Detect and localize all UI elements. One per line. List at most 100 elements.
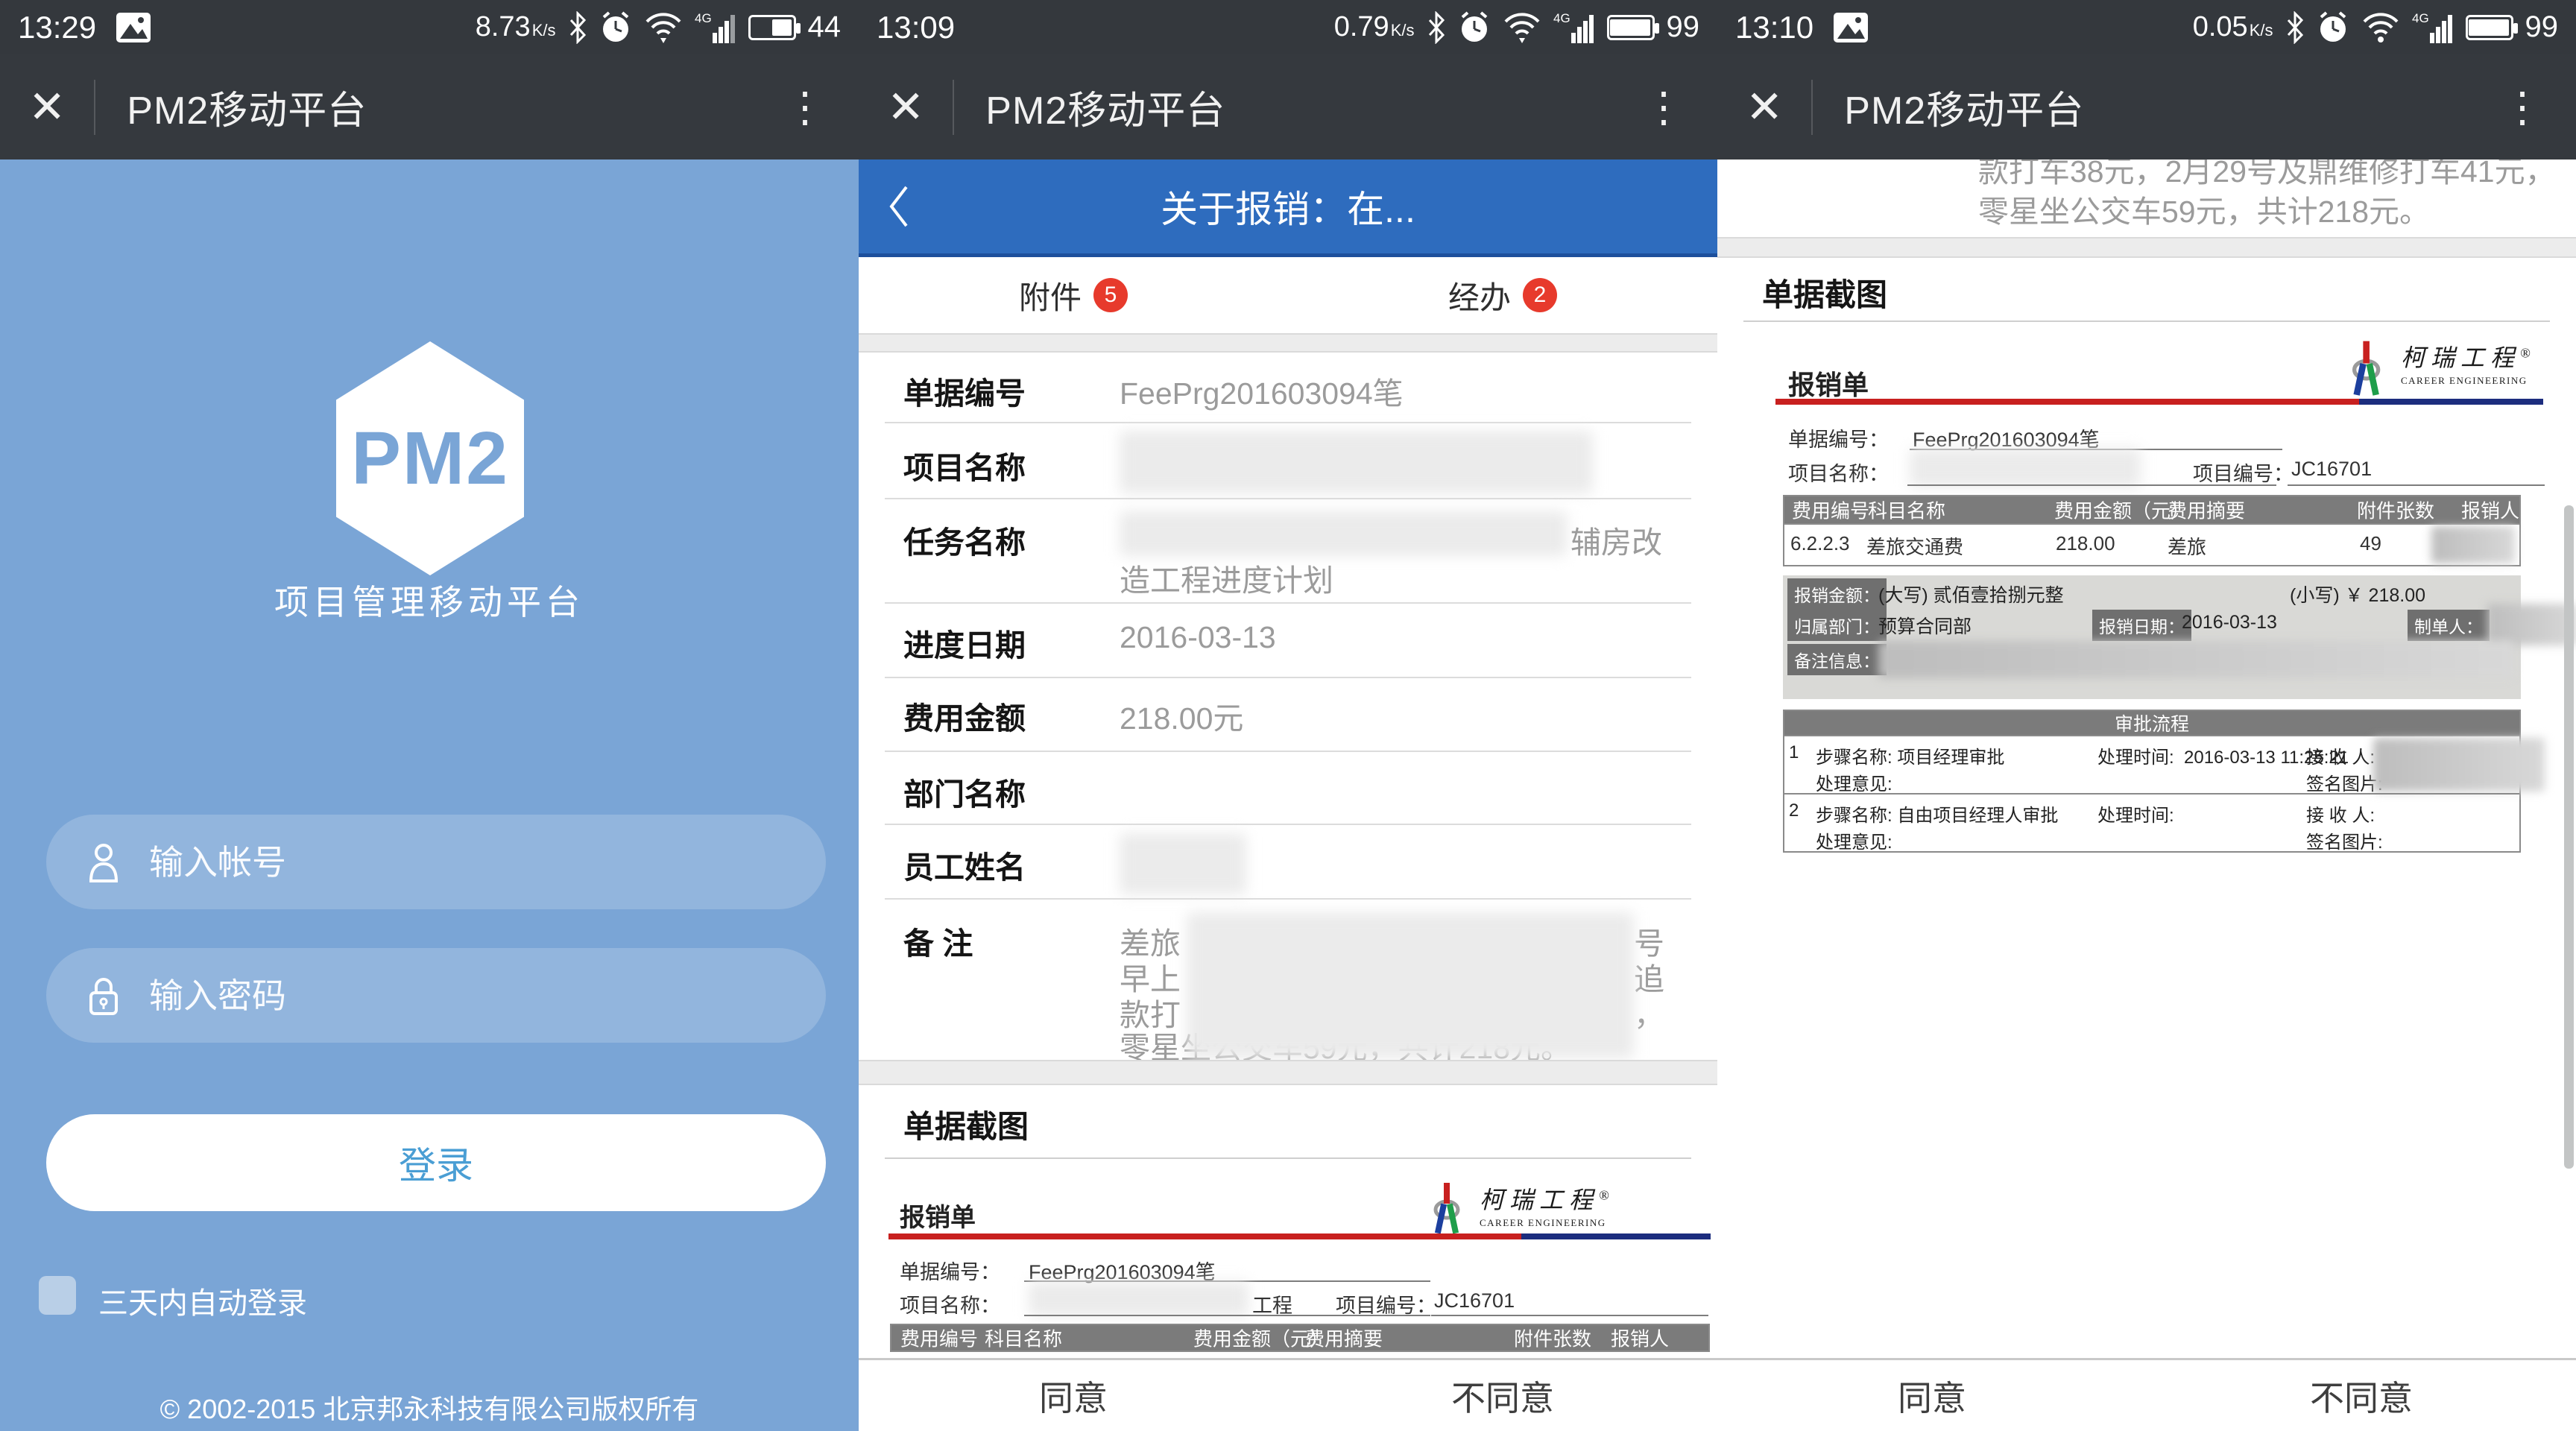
row-divider: [1743, 320, 2550, 322]
svg-text:4G: 4G: [2412, 11, 2429, 25]
menu-icon[interactable]: ⋮: [2469, 83, 2576, 132]
app-title: PM2移动平台: [985, 79, 1225, 135]
4g-signal-icon: 4G: [695, 10, 736, 45]
row-divider: [885, 751, 1691, 752]
scrollbar[interactable]: [2564, 505, 2574, 1169]
auto-login-checkbox[interactable]: [39, 1276, 76, 1315]
three-phone-screenshots: 13:29 8.73K/s 4G 44: [0, 0, 2576, 1431]
page-title: 关于报销：在...: [859, 180, 1717, 233]
app-title: PM2移动平台: [127, 79, 367, 135]
status-bar: 13:29 8.73K/s 4G 44: [0, 0, 859, 54]
action-bar: 同意 不同意: [859, 1358, 1717, 1431]
login-screen: 13:29 8.73K/s 4G 44: [0, 0, 859, 1431]
alarm-clock-icon: [599, 11, 632, 44]
page-header: 关于报销：在...: [859, 159, 1717, 257]
receipt-code: JC16701: [2291, 458, 2372, 481]
receipt-rule: [1775, 399, 2543, 405]
person-icon: [85, 841, 122, 883]
note-label-chip: 备注信息：: [1787, 644, 1887, 675]
battery-percent: 99: [1667, 10, 1700, 44]
field-label: 单据编号: [903, 368, 1026, 413]
field-value: 218.00元: [1120, 693, 1243, 738]
account-field[interactable]: [46, 815, 826, 909]
battery-icon: [1607, 15, 1655, 40]
alarm-clock-icon: [2317, 11, 2349, 44]
status-bar: 13:10 0.05K/s 4G 99: [1717, 0, 2576, 54]
dept-value: 预算合同部: [1878, 612, 1972, 639]
4g-signal-icon: 4G: [1553, 10, 1595, 45]
network-speed: 0.79K/s: [1334, 11, 1415, 43]
clock: 13:09: [877, 10, 955, 45]
wifi-icon: [2361, 11, 2400, 44]
disagree-button[interactable]: 不同意: [1288, 1360, 1717, 1431]
receipt-table-header: 费用编号 科目名称 费用金额（元） 附件张数 费用摘要 附件张数 报销人: [890, 1324, 1710, 1352]
amount-in-words: (大写) 贰佰壹拾捌元整: [1878, 581, 2064, 607]
photo-icon: [116, 12, 151, 43]
field-label: 部门名称: [903, 769, 1026, 814]
receipt-project-label: 项目名称：: [900, 1289, 1000, 1318]
tab-bar: 附件 5 经办 2: [859, 257, 1717, 333]
photo-icon: [1833, 12, 1869, 43]
disagree-button[interactable]: 不同意: [2147, 1360, 2576, 1431]
status-bar: 13:09 0.79K/s 4G 99: [859, 0, 1717, 54]
svg-text:4G: 4G: [1553, 11, 1570, 25]
login-button[interactable]: 登录: [46, 1114, 826, 1211]
app-title: PM2移动平台: [1844, 79, 2084, 135]
company-logo-cn: 柯瑞工程®: [1480, 1187, 1609, 1213]
row-divider: [885, 602, 1691, 604]
maker-label-chip: 制单人：: [2408, 610, 2490, 641]
receipt-code: JC16701: [1434, 1289, 1515, 1312]
bluetooth-icon: [1427, 11, 1446, 44]
redacted-employee-name: [1120, 833, 1246, 894]
section-separator: [1717, 237, 2576, 258]
titlebar-divider: [1811, 80, 1813, 135]
receipt-rule: [888, 1233, 1711, 1239]
field-label: 项目名称: [903, 443, 1026, 487]
handlers-count-badge: 2: [1523, 278, 1557, 312]
menu-icon[interactable]: ⋮: [751, 83, 859, 132]
redacted-maker: [2487, 604, 2576, 645]
titlebar-divider: [94, 80, 95, 135]
network-speed: 8.73K/s: [476, 11, 556, 43]
approval-row: 1 步骤名称: 项目经理审批 处理时间: 2016-03-13 11:25:21…: [1784, 735, 2519, 793]
redacted-note: [1878, 641, 2513, 678]
tab-handlers[interactable]: 经办 2: [1288, 257, 1717, 333]
redacted-project-name: [1120, 431, 1593, 493]
agree-button[interactable]: 同意: [859, 1360, 1288, 1431]
agree-button[interactable]: 同意: [1717, 1360, 2147, 1431]
row-divider: [885, 498, 1691, 499]
password-field[interactable]: [46, 948, 826, 1043]
receipt-doc-no-label: 单据编号：: [900, 1256, 1000, 1285]
receipt-project-label: 项目名称：: [1788, 458, 1889, 487]
app-title-bar: ✕ PM2移动平台 ⋮: [0, 54, 859, 159]
field-label: 进度日期: [903, 620, 1026, 665]
menu-icon[interactable]: ⋮: [1610, 83, 1717, 132]
copyright-text: © 2002-2015 北京邦永科技有限公司版权所有: [0, 1388, 859, 1427]
lock-icon: [85, 975, 122, 1017]
tab-attachments[interactable]: 附件 5: [859, 257, 1288, 333]
app-subtitle: 项目管理移动平台: [0, 575, 859, 625]
date-label-chip: 报销日期：: [2092, 610, 2191, 641]
close-icon[interactable]: ✕: [0, 81, 94, 133]
dept-label-chip: 归属部门：: [1787, 610, 1887, 641]
receipt-doc-no-label: 单据编号：: [1788, 423, 1889, 452]
wifi-icon: [644, 11, 683, 44]
4g-signal-icon: 4G: [2412, 10, 2454, 45]
company-logo-mark: [2347, 339, 2393, 397]
pm2-logo: PM2: [336, 341, 524, 575]
battery-icon: [2466, 15, 2513, 40]
close-icon[interactable]: ✕: [1717, 81, 1811, 133]
receipt-code-label: 项目编号：: [2193, 458, 2294, 487]
password-input[interactable]: [148, 975, 804, 1017]
battery-percent: 99: [2525, 10, 2559, 44]
close-icon[interactable]: ✕: [859, 81, 953, 133]
action-bar: 同意 不同意: [1717, 1358, 2576, 1431]
redacted-person: [2431, 526, 2515, 563]
field-value: FeePrg201603094笔: [1120, 368, 1404, 413]
row-divider: [885, 898, 1691, 900]
company-logo-mark: [1429, 1181, 1472, 1235]
field-label: 费用金额: [903, 693, 1026, 738]
auto-login-label: 三天内自动登录: [98, 1279, 307, 1322]
account-input[interactable]: [148, 841, 804, 883]
company-logo: 柯瑞工程® CAREER ENGINEERING: [2347, 339, 2531, 397]
